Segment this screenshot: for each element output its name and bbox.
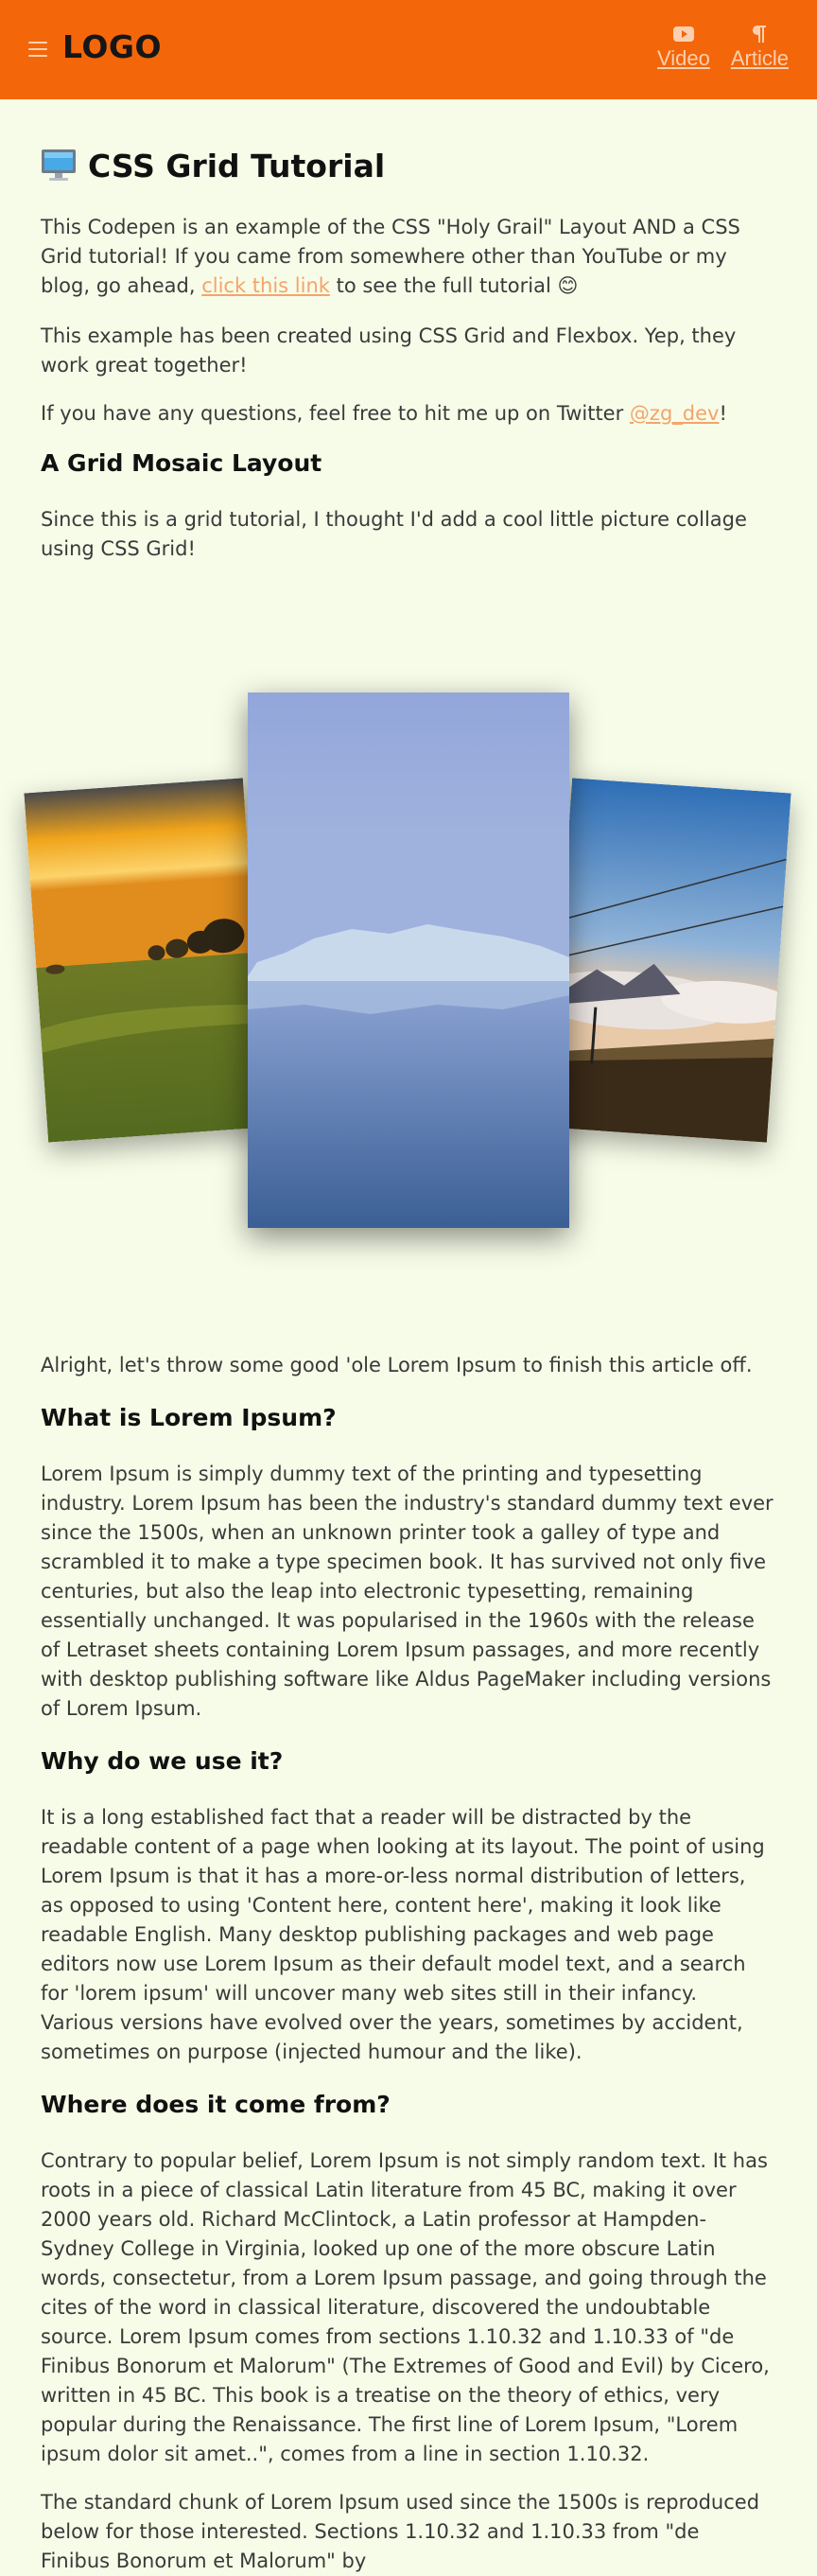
logo[interactable]: LOGO <box>62 28 162 65</box>
article-continued: Alright, let's throw some good 'ole Lore… <box>41 1351 774 2576</box>
sunset-field-image <box>24 778 268 1143</box>
hamburger-icon[interactable] <box>28 42 47 57</box>
questions-paragraph: If you have any questions, feel free to … <box>41 399 774 429</box>
nav-video-label[interactable]: Video <box>657 46 710 71</box>
mosaic-paragraph: Since this is a grid tutorial, I thought… <box>41 508 747 560</box>
header-nav: Video Article <box>657 24 789 71</box>
built-with-paragraph: This example has been created using CSS … <box>41 324 737 377</box>
nav-article-label[interactable]: Article <box>731 46 789 71</box>
section-paragraph: Lorem Ipsum is simply dummy text of the … <box>41 1463 774 1720</box>
top-header: LOGO Video Article <box>0 0 817 99</box>
full-tutorial-link[interactable]: click this link <box>201 274 330 297</box>
mosaic-heading: A Grid Mosaic Layout <box>41 449 322 477</box>
pilcrow-icon <box>752 24 767 44</box>
section-heading: Where does it come from? <box>41 2091 391 2118</box>
lorem-intro-paragraph: Alright, let's throw some good 'ole Lore… <box>41 1354 753 1376</box>
questions-text: If you have any questions, feel free to … <box>41 402 630 425</box>
article: CSS Grid Tutorial This Codepen is an exa… <box>41 137 774 564</box>
intro-text-end: to see the full tutorial <box>329 274 558 297</box>
youtube-icon <box>672 24 694 44</box>
section-heading: What is Lorem Ipsum? <box>41 1404 337 1431</box>
computer-monitor-icon <box>41 149 77 183</box>
nav-video-link[interactable]: Video <box>657 24 710 71</box>
section-paragraph: Contrary to popular belief, Lorem Ipsum … <box>41 2149 770 2465</box>
mountain-clouds-image <box>548 778 791 1143</box>
intro-paragraph: This Codepen is an example of the CSS "H… <box>41 213 774 301</box>
section-heading: Why do we use it? <box>41 1747 284 1775</box>
questions-text-end: ! <box>719 402 727 425</box>
page-title: CSS Grid Tutorial <box>41 137 774 194</box>
section-paragraph: It is a long established fact that a rea… <box>41 1806 765 2063</box>
page-title-text: CSS Grid Tutorial <box>88 147 386 184</box>
picture-mosaic <box>0 681 817 1249</box>
twitter-link[interactable]: @zg_dev <box>630 402 720 425</box>
section-paragraph: The standard chunk of Lorem Ipsum used s… <box>41 2491 760 2572</box>
smile-emoji-icon: 😊 <box>557 274 579 297</box>
nav-article-link[interactable]: Article <box>731 24 789 71</box>
glacier-lake-image <box>248 692 569 1228</box>
